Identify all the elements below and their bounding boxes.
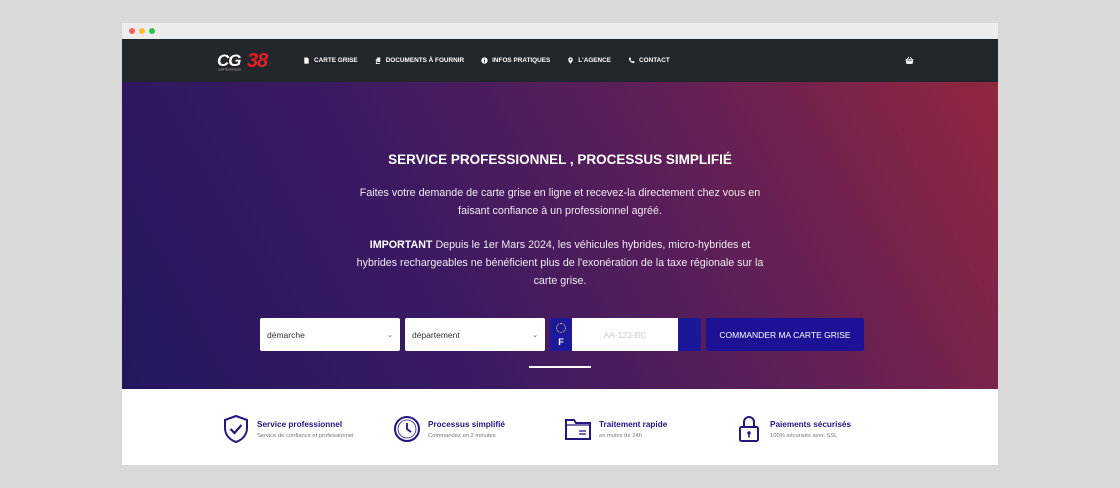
nav-item-contact[interactable]: CONTACT: [628, 57, 670, 64]
hero-important-notice: IMPORTANT Depuis le 1er Mars 2024, les v…: [350, 236, 770, 290]
important-label: IMPORTANT: [369, 239, 433, 251]
feature-subtitle: Commandez en 2 minutes: [428, 432, 496, 439]
license-plate-field: F: [550, 318, 701, 351]
feature-traitement-rapide: Traitement rapide en moins de 24h: [564, 414, 667, 444]
map-pin-icon: [568, 57, 574, 64]
nav-item-label: L'AGENCE: [578, 57, 612, 64]
departement-select[interactable]: département ⌄: [405, 318, 545, 351]
chevron-down-icon: ⌄: [387, 331, 393, 339]
plate-right-band: [678, 318, 701, 351]
info-icon: [481, 57, 488, 64]
feature-title: Paiements sécurisés: [770, 419, 852, 429]
document-icon: [304, 57, 309, 64]
feature-title: Processus simplifié: [428, 419, 505, 429]
plate-country-code: F: [558, 337, 564, 347]
files-icon: [375, 57, 380, 64]
nav-item-label: CARTE GRISE: [314, 57, 358, 64]
feature-subtitle: 100% sécurisés avec SSL: [770, 432, 838, 439]
lock-icon: [739, 416, 759, 442]
eu-stars-icon: [556, 323, 566, 333]
feature-subtitle: en moins de 24h: [599, 432, 642, 439]
clock-icon: [394, 416, 420, 442]
phone-icon: [629, 57, 635, 64]
order-carte-grise-button[interactable]: COMMANDER MA CARTE GRISE: [706, 318, 864, 351]
browser-window: CG 38 CARTEGRISE38 CARTE GRISE DOCUMENTS…: [122, 23, 998, 465]
main-nav: CARTE GRISE DOCUMENTS À FOURNIR INFOS PR…: [303, 39, 670, 82]
top-navbar: CG 38 CARTEGRISE38 CARTE GRISE DOCUMENTS…: [122, 39, 998, 82]
close-window-dot[interactable]: [129, 28, 135, 34]
demarche-select[interactable]: démarche ⌄: [260, 318, 400, 351]
order-form: démarche ⌄ département ⌄ F COMMANDER MA …: [260, 318, 864, 351]
nav-item-label: INFOS PRATIQUES: [492, 57, 551, 64]
shopping-basket-icon[interactable]: [905, 56, 914, 65]
folder-icon: [565, 419, 591, 440]
hero-title: SERVICE PROFESSIONNEL , PROCESSUS SIMPLI…: [388, 152, 732, 167]
demarche-select-value: démarche: [267, 329, 305, 340]
minimize-window-dot[interactable]: [139, 28, 145, 34]
hero-section: SERVICE PROFESSIONNEL , PROCESSUS SIMPLI…: [122, 82, 998, 389]
features-bar: Service professionnel Service de confian…: [122, 389, 998, 465]
chevron-down-icon: ⌄: [532, 331, 538, 339]
nav-item-infos-pratiques[interactable]: INFOS PRATIQUES: [481, 57, 550, 64]
eu-plate-badge: F: [550, 318, 572, 351]
feature-title: Service professionnel: [257, 419, 343, 429]
nav-item-carte-grise[interactable]: CARTE GRISE: [303, 57, 358, 64]
shield-check-icon: [224, 414, 248, 444]
nav-item-label: CONTACT: [639, 57, 670, 64]
window-chrome: [122, 23, 998, 39]
svg-text:38: 38: [247, 51, 269, 71]
departement-select-value: département: [412, 329, 460, 340]
hero-intro-text: Faites votre demande de carte grise en l…: [359, 187, 761, 217]
nav-item-label: DOCUMENTS À FOURNIR: [385, 57, 465, 64]
plate-number-input[interactable]: [572, 318, 678, 351]
brand-logo[interactable]: CG 38 CARTEGRISE38: [217, 51, 285, 71]
feature-title: Traitement rapide: [599, 419, 668, 429]
svg-text:CARTEGRISE38: CARTEGRISE38: [218, 68, 241, 72]
maximize-window-dot[interactable]: [149, 28, 155, 34]
feature-paiements-securises: Paiements sécurisés 100% sécurisés avec …: [735, 414, 851, 444]
feature-processus-simplifie: Processus simplifié Commandez en 2 minut…: [393, 414, 505, 444]
feature-subtitle: Service de confiance et professionnel: [257, 432, 354, 439]
nav-item-documents[interactable]: DOCUMENTS À FOURNIR: [375, 57, 464, 64]
feature-service-professionnel: Service professionnel Service de confian…: [222, 414, 353, 444]
nav-item-agence[interactable]: L'AGENCE: [567, 57, 611, 64]
hero-divider: [529, 366, 591, 368]
